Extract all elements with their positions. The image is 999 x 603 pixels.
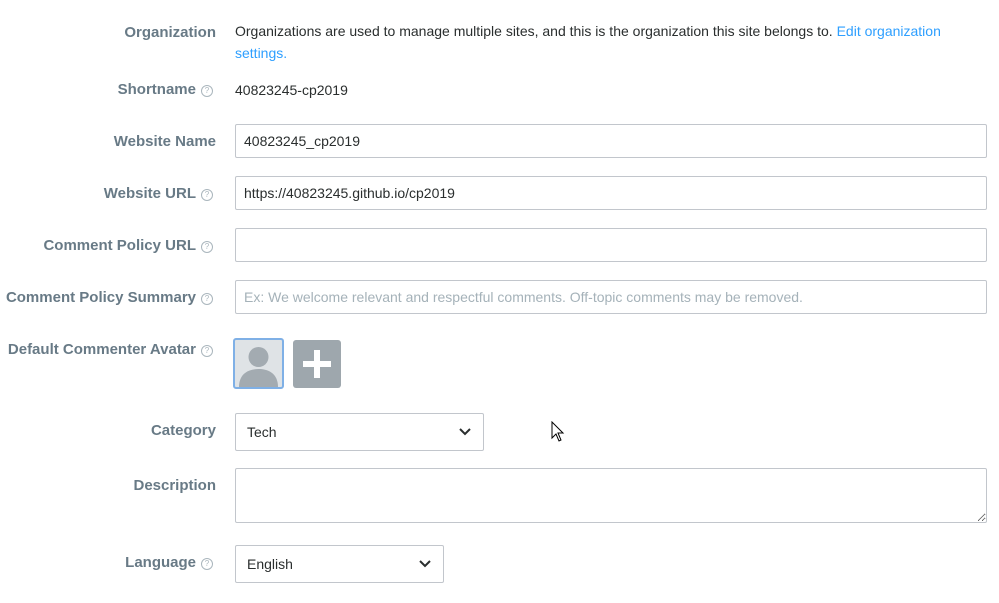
add-avatar-button[interactable] [293, 340, 341, 388]
organization-label: Organization [124, 24, 216, 41]
comment-policy-url-label: Comment Policy URL? [43, 237, 213, 254]
help-icon[interactable]: ? [201, 293, 213, 305]
chevron-down-icon [459, 428, 471, 436]
category-select[interactable]: Tech [235, 413, 484, 451]
help-icon[interactable]: ? [201, 241, 213, 253]
chevron-down-icon [419, 560, 431, 568]
language-selected-value: English [247, 556, 293, 572]
description-label: Description [133, 477, 216, 494]
avatar-silhouette-icon [239, 347, 278, 387]
comment-policy-summary-input[interactable]: Ex: We welcome relevant and respectful c… [235, 280, 987, 314]
help-icon[interactable]: ? [201, 85, 213, 97]
default-avatar-label: Default Commenter Avatar? [8, 341, 213, 358]
website-name-input[interactable]: 40823245_cp2019 [235, 124, 987, 158]
shortname-value: 40823245-cp2019 [235, 82, 348, 98]
language-label: Language? [125, 554, 213, 571]
help-icon[interactable]: ? [201, 345, 213, 357]
category-selected-value: Tech [247, 424, 277, 440]
category-label: Category [150, 422, 216, 439]
organization-description: Organizations are used to manage multipl… [235, 20, 965, 64]
comment-policy-summary-label: Comment Policy Summary? [6, 289, 213, 306]
mouse-cursor-icon [551, 421, 565, 442]
website-name-label: Website Name [113, 133, 216, 150]
organization-text: Organizations are used to manage multipl… [235, 23, 833, 39]
description-textarea[interactable] [235, 468, 987, 523]
plus-icon [303, 350, 331, 378]
website-url-label: Website URL? [104, 185, 213, 202]
help-icon[interactable]: ? [201, 189, 213, 201]
default-avatar-option[interactable] [233, 338, 284, 389]
website-url-input[interactable]: https://40823245.github.io/cp2019 [235, 176, 987, 210]
help-icon[interactable]: ? [201, 558, 213, 570]
language-select[interactable]: English [235, 545, 444, 583]
shortname-label: Shortname? [118, 81, 213, 98]
comment-policy-url-input[interactable] [235, 228, 987, 262]
